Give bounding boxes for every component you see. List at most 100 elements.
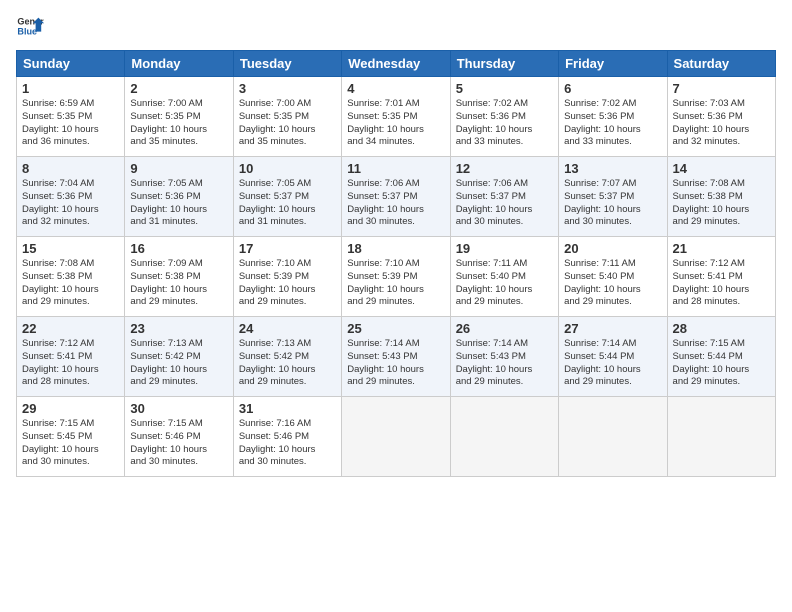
day-info: Sunrise: 7:15 AM Sunset: 5:46 PM Dayligh… — [130, 418, 227, 469]
day-info: Sunrise: 7:13 AM Sunset: 5:42 PM Dayligh… — [239, 338, 336, 389]
calendar-day: 17 Sunrise: 7:10 AM Sunset: 5:39 PM Dayli… — [233, 237, 341, 317]
day-info: Sunrise: 7:14 AM Sunset: 5:43 PM Dayligh… — [347, 338, 444, 389]
day-number: 28 — [673, 321, 770, 336]
day-number: 11 — [347, 161, 444, 176]
calendar-day — [667, 397, 775, 477]
calendar-day: 19 Sunrise: 7:11 AM Sunset: 5:40 PM Dayli… — [450, 237, 558, 317]
calendar-day: 5 Sunrise: 7:02 AM Sunset: 5:36 PM Daylig… — [450, 77, 558, 157]
day-info: Sunrise: 7:10 AM Sunset: 5:39 PM Dayligh… — [239, 258, 336, 309]
calendar-day: 15 Sunrise: 7:08 AM Sunset: 5:38 PM Dayli… — [17, 237, 125, 317]
day-number: 30 — [130, 401, 227, 416]
day-number: 13 — [564, 161, 661, 176]
calendar-day — [559, 397, 667, 477]
day-info: Sunrise: 7:06 AM Sunset: 5:37 PM Dayligh… — [456, 178, 553, 229]
day-info: Sunrise: 7:16 AM Sunset: 5:46 PM Dayligh… — [239, 418, 336, 469]
day-number: 2 — [130, 81, 227, 96]
page-container: General Blue SundayMondayTuesdayWednesda… — [0, 0, 792, 485]
calendar-day: 3 Sunrise: 7:00 AM Sunset: 5:35 PM Daylig… — [233, 77, 341, 157]
weekday-header-friday: Friday — [559, 51, 667, 77]
day-number: 3 — [239, 81, 336, 96]
day-info: Sunrise: 7:06 AM Sunset: 5:37 PM Dayligh… — [347, 178, 444, 229]
calendar-day: 27Sunrise: 7:14 AM Sunset: 5:44 PM Dayli… — [559, 317, 667, 397]
logo: General Blue — [16, 12, 46, 40]
day-number: 14 — [673, 161, 770, 176]
day-info: Sunrise: 7:12 AM Sunset: 5:41 PM Dayligh… — [673, 258, 770, 309]
calendar-day: 4 Sunrise: 7:01 AM Sunset: 5:35 PM Daylig… — [342, 77, 450, 157]
day-number: 27 — [564, 321, 661, 336]
day-info: Sunrise: 7:15 AM Sunset: 5:45 PM Dayligh… — [22, 418, 119, 469]
weekday-header-saturday: Saturday — [667, 51, 775, 77]
day-number: 15 — [22, 241, 119, 256]
day-number: 6 — [564, 81, 661, 96]
svg-text:Blue: Blue — [17, 26, 37, 36]
weekday-header-row: SundayMondayTuesdayWednesdayThursdayFrid… — [17, 51, 776, 77]
day-info: Sunrise: 7:07 AM Sunset: 5:37 PM Dayligh… — [564, 178, 661, 229]
day-info: Sunrise: 7:08 AM Sunset: 5:38 PM Dayligh… — [673, 178, 770, 229]
calendar-week-2: 15 Sunrise: 7:08 AM Sunset: 5:38 PM Dayli… — [17, 237, 776, 317]
day-number: 26 — [456, 321, 553, 336]
calendar-day: 28 Sunrise: 7:15 AM Sunset: 5:44 PM Dayli… — [667, 317, 775, 397]
calendar-day: 7 Sunrise: 7:03 AM Sunset: 5:36 PM Daylig… — [667, 77, 775, 157]
day-number: 7 — [673, 81, 770, 96]
day-info: Sunrise: 7:00 AM Sunset: 5:35 PM Dayligh… — [239, 98, 336, 149]
day-info: Sunrise: 7:05 AM Sunset: 5:36 PM Dayligh… — [130, 178, 227, 229]
day-info: Sunrise: 7:05 AM Sunset: 5:37 PM Dayligh… — [239, 178, 336, 229]
calendar-day: 23Sunrise: 7:13 AM Sunset: 5:42 PM Dayli… — [125, 317, 233, 397]
calendar-week-4: 29 Sunrise: 7:15 AM Sunset: 5:45 PM Dayli… — [17, 397, 776, 477]
day-info: Sunrise: 7:11 AM Sunset: 5:40 PM Dayligh… — [564, 258, 661, 309]
day-info: Sunrise: 7:10 AM Sunset: 5:39 PM Dayligh… — [347, 258, 444, 309]
day-info: Sunrise: 7:15 AM Sunset: 5:44 PM Dayligh… — [673, 338, 770, 389]
day-number: 17 — [239, 241, 336, 256]
calendar-week-0: 1 Sunrise: 6:59 AM Sunset: 5:35 PM Daylig… — [17, 77, 776, 157]
day-info: Sunrise: 7:09 AM Sunset: 5:38 PM Dayligh… — [130, 258, 227, 309]
day-info: Sunrise: 7:12 AM Sunset: 5:41 PM Dayligh… — [22, 338, 119, 389]
calendar-day: 13 Sunrise: 7:07 AM Sunset: 5:37 PM Dayli… — [559, 157, 667, 237]
day-number: 20 — [564, 241, 661, 256]
day-info: Sunrise: 7:04 AM Sunset: 5:36 PM Dayligh… — [22, 178, 119, 229]
day-number: 19 — [456, 241, 553, 256]
calendar-day: 12 Sunrise: 7:06 AM Sunset: 5:37 PM Dayli… — [450, 157, 558, 237]
day-number: 12 — [456, 161, 553, 176]
weekday-header-tuesday: Tuesday — [233, 51, 341, 77]
day-info: Sunrise: 7:02 AM Sunset: 5:36 PM Dayligh… — [564, 98, 661, 149]
calendar-day: 8Sunrise: 7:04 AM Sunset: 5:36 PM Daylig… — [17, 157, 125, 237]
day-info: Sunrise: 7:01 AM Sunset: 5:35 PM Dayligh… — [347, 98, 444, 149]
weekday-header-monday: Monday — [125, 51, 233, 77]
day-info: Sunrise: 6:59 AM Sunset: 5:35 PM Dayligh… — [22, 98, 119, 149]
calendar-day — [450, 397, 558, 477]
calendar-day: 20 Sunrise: 7:11 AM Sunset: 5:40 PM Dayli… — [559, 237, 667, 317]
day-number: 29 — [22, 401, 119, 416]
calendar-day: 11 Sunrise: 7:06 AM Sunset: 5:37 PM Dayli… — [342, 157, 450, 237]
day-info: Sunrise: 7:14 AM Sunset: 5:43 PM Dayligh… — [456, 338, 553, 389]
day-info: Sunrise: 7:03 AM Sunset: 5:36 PM Dayligh… — [673, 98, 770, 149]
day-info: Sunrise: 7:00 AM Sunset: 5:35 PM Dayligh… — [130, 98, 227, 149]
day-number: 18 — [347, 241, 444, 256]
calendar-day: 26 Sunrise: 7:14 AM Sunset: 5:43 PM Dayli… — [450, 317, 558, 397]
calendar-day: 24 Sunrise: 7:13 AM Sunset: 5:42 PM Dayli… — [233, 317, 341, 397]
day-number: 10 — [239, 161, 336, 176]
calendar-day: 21 Sunrise: 7:12 AM Sunset: 5:41 PM Dayli… — [667, 237, 775, 317]
day-number: 21 — [673, 241, 770, 256]
day-number: 5 — [456, 81, 553, 96]
day-number: 16 — [130, 241, 227, 256]
day-number: 24 — [239, 321, 336, 336]
day-number: 31 — [239, 401, 336, 416]
day-number: 4 — [347, 81, 444, 96]
calendar-day: 10 Sunrise: 7:05 AM Sunset: 5:37 PM Dayli… — [233, 157, 341, 237]
calendar-day: 29 Sunrise: 7:15 AM Sunset: 5:45 PM Dayli… — [17, 397, 125, 477]
day-info: Sunrise: 7:11 AM Sunset: 5:40 PM Dayligh… — [456, 258, 553, 309]
calendar-day: 25 Sunrise: 7:14 AM Sunset: 5:43 PM Dayli… — [342, 317, 450, 397]
weekday-header-thursday: Thursday — [450, 51, 558, 77]
calendar-day: 18 Sunrise: 7:10 AM Sunset: 5:39 PM Dayli… — [342, 237, 450, 317]
day-info: Sunrise: 7:08 AM Sunset: 5:38 PM Dayligh… — [22, 258, 119, 309]
day-info: Sunrise: 7:13 AM Sunset: 5:42 PM Dayligh… — [130, 338, 227, 389]
day-number: 25 — [347, 321, 444, 336]
calendar-day: 1 Sunrise: 6:59 AM Sunset: 5:35 PM Daylig… — [17, 77, 125, 157]
calendar-day: 31 Sunrise: 7:16 AM Sunset: 5:46 PM Dayli… — [233, 397, 341, 477]
day-info: Sunrise: 7:02 AM Sunset: 5:36 PM Dayligh… — [456, 98, 553, 149]
calendar-day: 9Sunrise: 7:05 AM Sunset: 5:36 PM Daylig… — [125, 157, 233, 237]
calendar-day: 30 Sunrise: 7:15 AM Sunset: 5:46 PM Dayli… — [125, 397, 233, 477]
calendar-day: 22Sunrise: 7:12 AM Sunset: 5:41 PM Dayli… — [17, 317, 125, 397]
day-number: 1 — [22, 81, 119, 96]
calendar-week-3: 22Sunrise: 7:12 AM Sunset: 5:41 PM Dayli… — [17, 317, 776, 397]
